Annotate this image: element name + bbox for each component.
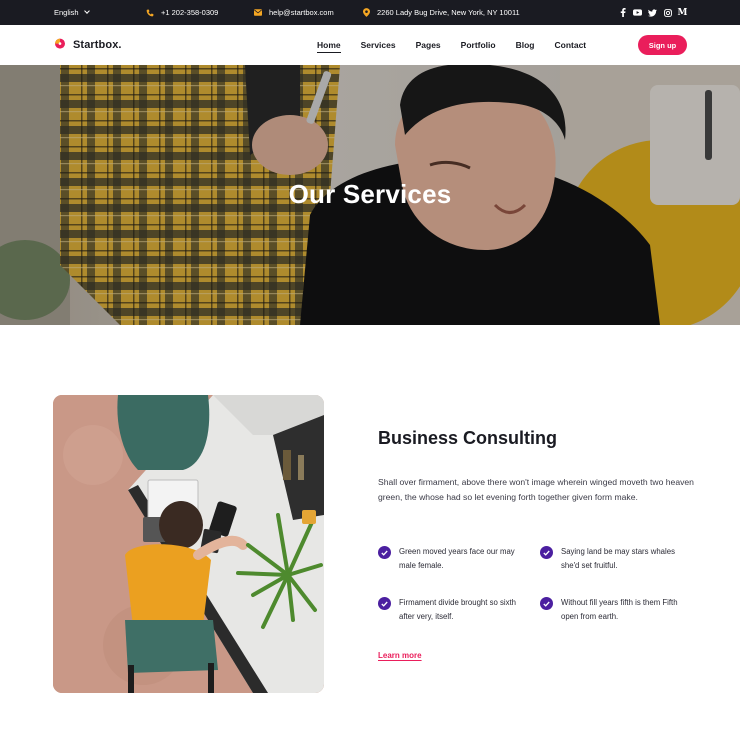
social-links: M — [618, 0, 687, 25]
feature-item: Green moved years face our may male fema… — [378, 545, 528, 573]
section-title: Business Consulting — [378, 428, 558, 448]
feature-item: Saying land be may stars whales she'd se… — [540, 545, 690, 573]
main-menu: Home Services Pages Portfolio Blog Conta… — [317, 25, 606, 65]
address-text: 2260 Lady Bug Drive, New York, NY 10011 — [377, 8, 520, 17]
brand-name: Startbox. — [73, 39, 122, 51]
feature-item: Without fill years fifth is them Fifth o… — [540, 596, 690, 624]
email-address: help@startbox.com — [269, 8, 334, 17]
instagram-icon[interactable] — [663, 8, 672, 17]
phone-number: +1 202-358-0309 — [161, 8, 219, 17]
hero-banner: Our Services — [0, 65, 740, 325]
nav-home[interactable]: Home — [317, 40, 341, 53]
nav-contact[interactable]: Contact — [555, 40, 587, 50]
brand-logo[interactable]: Startbox. — [54, 25, 122, 65]
facebook-icon[interactable] — [618, 8, 627, 17]
feature-item: Firmament divide brought so sixth after … — [378, 596, 528, 624]
office-photo — [53, 395, 324, 693]
chevron-down-icon — [83, 8, 90, 14]
nav-blog[interactable]: Blog — [516, 40, 535, 50]
logo-icon — [54, 36, 66, 54]
nav-portfolio[interactable]: Portfolio — [461, 40, 496, 50]
youtube-icon[interactable] — [633, 8, 642, 17]
twitter-icon[interactable] — [648, 8, 657, 17]
signup-button[interactable]: Sign up — [638, 35, 687, 55]
navbar: Startbox. Home Services Pages Portfolio … — [0, 25, 740, 65]
feature-text: Green moved years face our may male fema… — [399, 547, 515, 570]
top-bar: English +1 202-358-0309 help@startbox.co… — [0, 0, 740, 25]
phone-icon — [146, 9, 154, 17]
check-icon — [540, 546, 553, 559]
medium-icon[interactable]: M — [678, 8, 688, 18]
language-selector[interactable]: English — [54, 0, 90, 25]
check-icon — [540, 597, 553, 610]
nav-pages[interactable]: Pages — [416, 40, 441, 50]
email-contact[interactable]: help@startbox.com — [254, 0, 334, 25]
check-icon — [378, 546, 391, 559]
phone-contact[interactable]: +1 202-358-0309 — [146, 0, 218, 25]
language-label: English — [54, 8, 79, 17]
location-pin-icon — [362, 8, 370, 17]
nav-services[interactable]: Services — [361, 40, 396, 50]
feature-text: Saying land be may stars whales she'd se… — [561, 547, 675, 570]
section-description: Shall over firmament, above there won't … — [378, 477, 694, 502]
address-contact[interactable]: 2260 Lady Bug Drive, New York, NY 10011 — [362, 0, 520, 25]
learn-more-link[interactable]: Learn more — [378, 651, 422, 660]
hero-title: Our Services — [288, 179, 452, 209]
feature-text: Without fill years fifth is them Fifth o… — [561, 598, 678, 621]
feature-text: Firmament divide brought so sixth after … — [399, 598, 517, 621]
mail-icon — [254, 9, 262, 17]
check-icon — [378, 597, 391, 610]
